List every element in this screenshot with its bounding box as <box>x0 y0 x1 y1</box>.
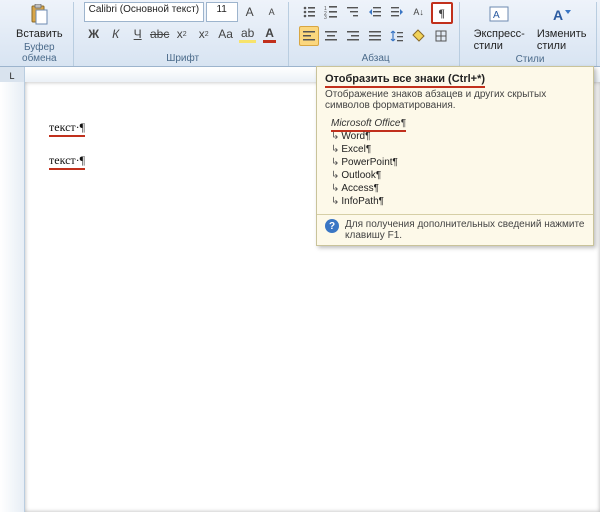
underline-button[interactable]: Ч <box>128 24 148 44</box>
align-left-button[interactable] <box>299 26 319 46</box>
line-spacing-button[interactable] <box>387 26 407 46</box>
word-window: Вставить Буфер обмена Calibri (Основной … <box>0 0 600 512</box>
ribbon: Вставить Буфер обмена Calibri (Основной … <box>0 0 600 67</box>
quick-styles-icon: A <box>488 4 510 26</box>
align-right-button[interactable] <box>343 26 363 46</box>
change-styles-label: Изменить стили <box>537 28 587 52</box>
grow-font-button[interactable]: A <box>240 2 260 22</box>
tooltip-item: ↳Access¶ <box>331 182 585 195</box>
show-marks-tooltip: Отобразить все знаки (Ctrl+*) Отображени… <box>316 66 594 246</box>
tooltip-item: ↳Word¶ <box>331 130 585 143</box>
font-size-combo[interactable]: 11 <box>206 2 238 22</box>
group-label-paragraph: Абзац <box>299 53 453 66</box>
tooltip-item: ↳Outlook¶ <box>331 169 585 182</box>
multilevel-button[interactable] <box>343 2 363 22</box>
highlight-button[interactable]: ab <box>238 24 258 44</box>
group-label-clipboard: Буфер обмена <box>12 42 67 66</box>
svg-text:A: A <box>493 10 500 21</box>
vertical-ruler[interactable] <box>0 82 25 512</box>
change-styles-icon: A <box>551 4 573 26</box>
tooltip-item: ↳Excel¶ <box>331 143 585 156</box>
group-label-font: Шрифт <box>84 53 282 66</box>
sort-button[interactable]: А↓ <box>409 2 429 22</box>
superscript-button[interactable]: x2 <box>194 24 214 44</box>
strike-button[interactable]: abc <box>150 24 170 44</box>
quick-styles-label: Экспресс-стили <box>474 28 525 52</box>
help-icon: ? <box>325 219 339 233</box>
tooltip-help-text: Для получения дополнительных сведений на… <box>345 219 585 241</box>
group-styles: A Экспресс-стили A Изменить стили Стили <box>464 2 598 66</box>
show-marks-button[interactable]: ¶ <box>431 2 453 24</box>
paste-label: Вставить <box>16 28 63 40</box>
tooltip-item: ↳InfoPath¶ <box>331 195 585 208</box>
paste-icon <box>28 4 50 26</box>
tooltip-title: Отобразить все знаки (Ctrl+*) <box>325 73 585 85</box>
tooltip-list: Microsoft Office¶ ↳Word¶ ↳Excel¶ ↳PowerP… <box>325 117 585 208</box>
paste-button[interactable]: Вставить <box>12 2 67 42</box>
change-case-button[interactable]: Aa <box>216 24 236 44</box>
decrease-indent-button[interactable] <box>365 2 385 22</box>
shading-button[interactable] <box>409 26 429 46</box>
quick-styles-button[interactable]: A Экспресс-стили <box>470 2 529 54</box>
change-styles-button[interactable]: A Изменить стили <box>533 2 591 54</box>
tooltip-list-head: Microsoft Office¶ <box>331 118 406 132</box>
bold-button[interactable]: Ж <box>84 24 104 44</box>
borders-button[interactable] <box>431 26 451 46</box>
tooltip-item: ↳PowerPoint¶ <box>331 156 585 169</box>
increase-indent-button[interactable] <box>387 2 407 22</box>
group-paragraph: 123 А↓ ¶ <box>293 2 460 66</box>
font-name-combo[interactable]: Calibri (Основной текст) <box>84 2 204 22</box>
svg-text:A: A <box>553 7 563 23</box>
font-color-button[interactable]: A <box>260 24 280 44</box>
shrink-font-button[interactable]: A <box>262 2 282 22</box>
subscript-button[interactable]: x2 <box>172 24 192 44</box>
group-font: Calibri (Основной текст) 11 A A Ж К Ч ab… <box>78 2 289 66</box>
tooltip-description: Отображение знаков абзацев и других скры… <box>325 89 585 111</box>
italic-button[interactable]: К <box>106 24 126 44</box>
numbering-button[interactable]: 123 <box>321 2 341 22</box>
svg-text:3: 3 <box>324 15 327 19</box>
bullets-button[interactable] <box>299 2 319 22</box>
justify-button[interactable] <box>365 26 385 46</box>
tooltip-help: ? Для получения дополнительных сведений … <box>325 219 585 241</box>
align-center-button[interactable] <box>321 26 341 46</box>
group-clipboard: Вставить Буфер обмена <box>6 2 74 66</box>
